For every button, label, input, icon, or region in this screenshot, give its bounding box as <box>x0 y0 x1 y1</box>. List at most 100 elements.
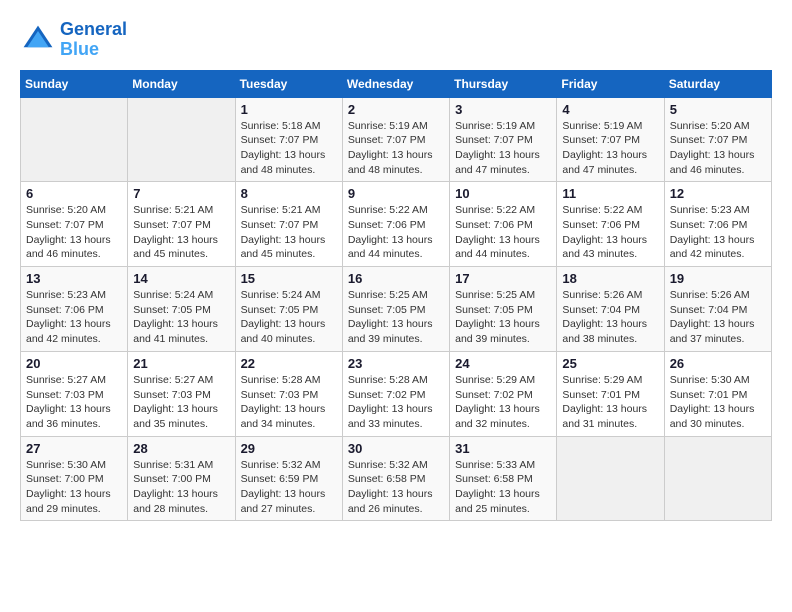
day-info: Sunrise: 5:23 AM Sunset: 7:06 PM Dayligh… <box>670 203 766 262</box>
calendar-cell: 8 Sunrise: 5:21 AM Sunset: 7:07 PM Daylig… <box>235 182 342 267</box>
page-header: General Blue <box>20 20 772 60</box>
day-number: 29 <box>241 441 337 456</box>
day-number: 25 <box>562 356 658 371</box>
day-number: 1 <box>241 102 337 117</box>
logo-icon <box>20 22 56 58</box>
calendar-cell: 16 Sunrise: 5:25 AM Sunset: 7:05 PM Dayli… <box>342 267 449 352</box>
day-info: Sunrise: 5:22 AM Sunset: 7:06 PM Dayligh… <box>348 203 444 262</box>
day-number: 26 <box>670 356 766 371</box>
calendar-cell: 20 Sunrise: 5:27 AM Sunset: 7:03 PM Dayli… <box>21 351 128 436</box>
calendar-cell: 19 Sunrise: 5:26 AM Sunset: 7:04 PM Dayli… <box>664 267 771 352</box>
day-info: Sunrise: 5:26 AM Sunset: 7:04 PM Dayligh… <box>670 288 766 347</box>
calendar-header: SundayMondayTuesdayWednesdayThursdayFrid… <box>21 70 772 97</box>
day-info: Sunrise: 5:19 AM Sunset: 7:07 PM Dayligh… <box>348 119 444 178</box>
weekday-header: Monday <box>128 70 235 97</box>
day-info: Sunrise: 5:21 AM Sunset: 7:07 PM Dayligh… <box>241 203 337 262</box>
day-info: Sunrise: 5:23 AM Sunset: 7:06 PM Dayligh… <box>26 288 122 347</box>
day-number: 9 <box>348 186 444 201</box>
calendar-cell: 27 Sunrise: 5:30 AM Sunset: 7:00 PM Dayli… <box>21 436 128 521</box>
day-number: 24 <box>455 356 551 371</box>
day-info: Sunrise: 5:30 AM Sunset: 7:00 PM Dayligh… <box>26 458 122 517</box>
calendar-cell: 17Sunrise: 5:25 AM Sunset: 7:05 PM Dayli… <box>450 267 557 352</box>
calendar-cell: 11 Sunrise: 5:22 AM Sunset: 7:06 PM Dayli… <box>557 182 664 267</box>
day-number: 19 <box>670 271 766 286</box>
day-number: 31 <box>455 441 551 456</box>
calendar-cell <box>557 436 664 521</box>
day-info: Sunrise: 5:22 AM Sunset: 7:06 PM Dayligh… <box>455 203 551 262</box>
day-info: Sunrise: 5:32 AM Sunset: 6:58 PM Dayligh… <box>348 458 444 517</box>
calendar-cell: 13 Sunrise: 5:23 AM Sunset: 7:06 PM Dayli… <box>21 267 128 352</box>
weekday-header: Wednesday <box>342 70 449 97</box>
calendar-cell: 7 Sunrise: 5:21 AM Sunset: 7:07 PM Daylig… <box>128 182 235 267</box>
day-info: Sunrise: 5:30 AM Sunset: 7:01 PM Dayligh… <box>670 373 766 432</box>
calendar-cell: 29 Sunrise: 5:32 AM Sunset: 6:59 PM Dayli… <box>235 436 342 521</box>
day-number: 7 <box>133 186 229 201</box>
day-info: Sunrise: 5:28 AM Sunset: 7:03 PM Dayligh… <box>241 373 337 432</box>
day-info: Sunrise: 5:24 AM Sunset: 7:05 PM Dayligh… <box>133 288 229 347</box>
day-info: Sunrise: 5:19 AM Sunset: 7:07 PM Dayligh… <box>455 119 551 178</box>
calendar-cell: 24Sunrise: 5:29 AM Sunset: 7:02 PM Dayli… <box>450 351 557 436</box>
day-number: 23 <box>348 356 444 371</box>
calendar-cell: 12 Sunrise: 5:23 AM Sunset: 7:06 PM Dayli… <box>664 182 771 267</box>
day-info: Sunrise: 5:28 AM Sunset: 7:02 PM Dayligh… <box>348 373 444 432</box>
calendar-week: 1 Sunrise: 5:18 AM Sunset: 7:07 PM Daylig… <box>21 97 772 182</box>
calendar-cell: 15Sunrise: 5:24 AM Sunset: 7:05 PM Dayli… <box>235 267 342 352</box>
calendar-cell: 23 Sunrise: 5:28 AM Sunset: 7:02 PM Dayli… <box>342 351 449 436</box>
calendar-cell: 26 Sunrise: 5:30 AM Sunset: 7:01 PM Dayli… <box>664 351 771 436</box>
calendar-cell: 31 Sunrise: 5:33 AM Sunset: 6:58 PM Dayli… <box>450 436 557 521</box>
weekday-header: Tuesday <box>235 70 342 97</box>
day-info: Sunrise: 5:33 AM Sunset: 6:58 PM Dayligh… <box>455 458 551 517</box>
calendar-week: 6 Sunrise: 5:20 AM Sunset: 7:07 PM Daylig… <box>21 182 772 267</box>
day-info: Sunrise: 5:21 AM Sunset: 7:07 PM Dayligh… <box>133 203 229 262</box>
calendar-week: 27 Sunrise: 5:30 AM Sunset: 7:00 PM Dayli… <box>21 436 772 521</box>
day-number: 28 <box>133 441 229 456</box>
day-number: 18 <box>562 271 658 286</box>
day-number: 11 <box>562 186 658 201</box>
weekday-header: Saturday <box>664 70 771 97</box>
day-info: Sunrise: 5:27 AM Sunset: 7:03 PM Dayligh… <box>26 373 122 432</box>
day-number: 21 <box>133 356 229 371</box>
day-info: Sunrise: 5:25 AM Sunset: 7:05 PM Dayligh… <box>348 288 444 347</box>
day-number: 4 <box>562 102 658 117</box>
day-info: Sunrise: 5:19 AM Sunset: 7:07 PM Dayligh… <box>562 119 658 178</box>
day-info: Sunrise: 5:29 AM Sunset: 7:01 PM Dayligh… <box>562 373 658 432</box>
calendar-cell: 9 Sunrise: 5:22 AM Sunset: 7:06 PM Daylig… <box>342 182 449 267</box>
logo: General Blue <box>20 20 127 60</box>
calendar-cell: 3Sunrise: 5:19 AM Sunset: 7:07 PM Daylig… <box>450 97 557 182</box>
day-number: 30 <box>348 441 444 456</box>
calendar-table: SundayMondayTuesdayWednesdayThursdayFrid… <box>20 70 772 522</box>
day-number: 6 <box>26 186 122 201</box>
calendar-cell: 1 Sunrise: 5:18 AM Sunset: 7:07 PM Daylig… <box>235 97 342 182</box>
calendar-week: 13 Sunrise: 5:23 AM Sunset: 7:06 PM Dayli… <box>21 267 772 352</box>
day-number: 8 <box>241 186 337 201</box>
day-info: Sunrise: 5:27 AM Sunset: 7:03 PM Dayligh… <box>133 373 229 432</box>
day-info: Sunrise: 5:31 AM Sunset: 7:00 PM Dayligh… <box>133 458 229 517</box>
day-number: 5 <box>670 102 766 117</box>
calendar-cell: 4 Sunrise: 5:19 AM Sunset: 7:07 PM Daylig… <box>557 97 664 182</box>
calendar-cell <box>21 97 128 182</box>
calendar-cell: 22 Sunrise: 5:28 AM Sunset: 7:03 PM Dayli… <box>235 351 342 436</box>
weekday-header: Sunday <box>21 70 128 97</box>
day-number: 15 <box>241 271 337 286</box>
calendar-cell <box>128 97 235 182</box>
day-number: 27 <box>26 441 122 456</box>
day-number: 22 <box>241 356 337 371</box>
logo-text: General Blue <box>60 20 127 60</box>
calendar-cell: 18Sunrise: 5:26 AM Sunset: 7:04 PM Dayli… <box>557 267 664 352</box>
day-number: 13 <box>26 271 122 286</box>
day-info: Sunrise: 5:18 AM Sunset: 7:07 PM Dayligh… <box>241 119 337 178</box>
weekday-header: Thursday <box>450 70 557 97</box>
day-info: Sunrise: 5:22 AM Sunset: 7:06 PM Dayligh… <box>562 203 658 262</box>
calendar-cell: 30 Sunrise: 5:32 AM Sunset: 6:58 PM Dayli… <box>342 436 449 521</box>
day-number: 20 <box>26 356 122 371</box>
day-info: Sunrise: 5:32 AM Sunset: 6:59 PM Dayligh… <box>241 458 337 517</box>
calendar-cell <box>664 436 771 521</box>
day-number: 16 <box>348 271 444 286</box>
calendar-cell: 21 Sunrise: 5:27 AM Sunset: 7:03 PM Dayli… <box>128 351 235 436</box>
day-number: 12 <box>670 186 766 201</box>
calendar-cell: 6 Sunrise: 5:20 AM Sunset: 7:07 PM Daylig… <box>21 182 128 267</box>
day-info: Sunrise: 5:20 AM Sunset: 7:07 PM Dayligh… <box>26 203 122 262</box>
day-number: 14 <box>133 271 229 286</box>
day-number: 17 <box>455 271 551 286</box>
calendar-cell: 2Sunrise: 5:19 AM Sunset: 7:07 PM Daylig… <box>342 97 449 182</box>
